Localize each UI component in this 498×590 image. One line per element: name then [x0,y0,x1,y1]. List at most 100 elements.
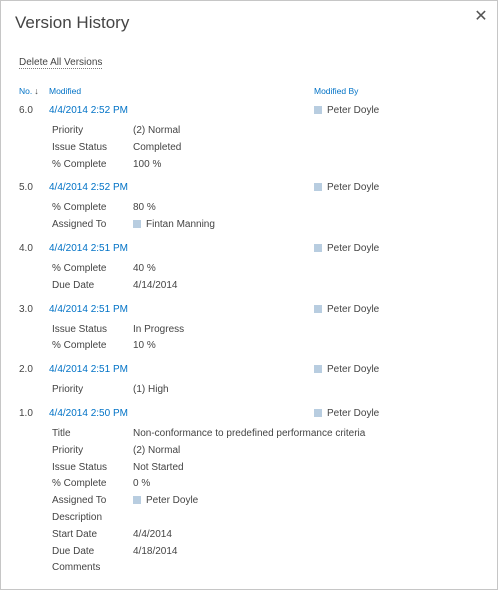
version-property: % Complete 80 % [1,200,497,217]
version-entry: 5.0 4/4/2014 2:52 PM Peter Doyle % Complete… [1,179,497,240]
user-presence-icon [314,304,322,313]
version-property: Issue Status Completed [1,140,497,157]
property-label: Assigned To [52,219,107,231]
version-property: Priority (2) Normal [1,123,497,140]
property-value: Non-conformance to predefined performanc… [133,427,366,439]
version-modified-link[interactable]: 4/4/2014 2:51 PM [49,304,128,315]
version-row: 4.0 4/4/2014 2:51 PM Peter Doyle [1,240,497,261]
column-header-modified[interactable]: Modified [49,86,81,96]
version-property: Assigned To Peter Doyle [1,493,497,510]
modified-by-name: Peter Doyle [327,407,380,419]
property-label: % Complete [52,202,107,214]
version-property: Priority (1) High [1,382,497,399]
version-modified-link[interactable]: 4/4/2014 2:50 PM [49,408,128,419]
modified-by-name: Peter Doyle [327,364,380,376]
user-presence-icon [314,183,322,192]
version-entry: 6.0 4/4/2014 2:52 PM Peter Doyle Priority (2… [1,102,497,179]
close-icon[interactable]: ✕ [474,9,488,25]
version-property: % Complete 40 % [1,261,497,278]
user-presence-icon [314,365,322,374]
property-label: Issue Status [52,141,108,153]
property-value: (1) High [133,384,169,396]
property-label: Comments [52,562,101,574]
version-entry: 2.0 4/4/2014 2:51 PM Peter Doyle Priority (1… [1,361,497,405]
version-modified-link[interactable]: 4/4/2014 2:52 PM [49,105,128,116]
property-label: Priority [52,444,84,456]
property-label: % Complete [52,340,107,352]
version-modified-by[interactable]: Peter Doyle [314,182,379,193]
version-modified-by[interactable]: Peter Doyle [314,408,379,419]
property-label: Issue Status [52,461,108,473]
version-modified-link[interactable]: 4/4/2014 2:51 PM [49,364,128,375]
property-label: Issue Status [52,323,108,335]
property-label: Title [52,427,71,439]
property-label: % Complete [52,262,107,274]
version-property: % Complete 10 % [1,338,497,355]
sort-descending-icon: ↓ [34,86,39,96]
version-number: 1.0 [19,407,33,419]
version-modified-link[interactable]: 4/4/2014 2:51 PM [49,243,128,254]
property-value: (2) Normal [133,125,181,136]
modified-by-name: Peter Doyle [327,303,380,315]
user-presence-icon [133,496,141,505]
version-number: 4.0 [19,242,33,254]
version-number: 3.0 [19,303,33,315]
version-row: 5.0 4/4/2014 2:52 PM Peter Doyle [1,179,497,200]
user-presence-icon [133,220,141,229]
property-label: Due Date [52,545,95,557]
property-label: Priority [52,384,84,396]
user-presence-icon [314,243,322,252]
delete-all-versions-link[interactable]: Delete All Versions [19,57,103,69]
version-modified-by[interactable]: Peter Doyle [314,304,379,315]
column-header-no[interactable]: No. ↓ [19,86,39,96]
version-number: 6.0 [19,105,33,116]
version-property: Due Date 4/18/2014 [1,544,497,561]
version-modified-link[interactable]: 4/4/2014 2:52 PM [49,182,128,193]
column-header-row: No. ↓ Modified Modified By [1,86,497,98]
column-header-no-label: No. [19,86,33,96]
version-property: Start Date 4/4/2014 [1,527,497,544]
property-value: Completed [133,141,182,153]
property-label: Priority [52,125,84,136]
property-value: (2) Normal [133,444,181,456]
property-value-user[interactable]: Peter Doyle [133,495,198,506]
version-modified-by[interactable]: Peter Doyle [314,364,379,375]
version-entry: 1.0 4/4/2014 2:50 PM Peter Doyle Title Non-c… [1,405,497,583]
version-property: Issue Status Not Started [1,460,497,477]
property-value: 4/14/2014 [133,279,178,291]
property-value: Peter Doyle [146,495,199,507]
property-value: 4/4/2014 [133,528,172,540]
dialog-title: Version History [15,13,130,32]
property-label: Start Date [52,528,98,540]
version-property: Assigned To Fintan Manning [1,217,497,234]
property-label: Due Date [52,279,95,291]
property-label: Description [52,511,103,523]
version-property: % Complete 100 % [1,157,497,174]
property-label: % Complete [52,478,107,490]
version-property: % Complete 0 % [1,476,497,493]
property-value: 100 % [133,158,162,170]
modified-by-name: Peter Doyle [327,182,380,194]
column-header-modified-by[interactable]: Modified By [314,86,358,96]
version-list: 6.0 4/4/2014 2:52 PM Peter Doyle Priority (2… [1,102,497,583]
property-value: 80 % [133,202,156,214]
version-property: Comments [1,560,497,577]
user-presence-icon [314,408,322,417]
version-property: Due Date 4/14/2014 [1,278,497,295]
version-entry: 4.0 4/4/2014 2:51 PM Peter Doyle % Complete… [1,240,497,301]
version-row: 2.0 4/4/2014 2:51 PM Peter Doyle [1,361,497,382]
version-row: 3.0 4/4/2014 2:51 PM Peter Doyle [1,301,497,322]
version-modified-by[interactable]: Peter Doyle [314,243,379,254]
property-value: Not Started [133,461,184,473]
property-label: % Complete [52,158,107,170]
property-value-user[interactable]: Fintan Manning [133,219,215,230]
version-number: 5.0 [19,182,33,194]
user-presence-icon [314,106,322,114]
property-value: 4/18/2014 [133,545,178,557]
version-modified-by[interactable]: Peter Doyle [314,105,379,116]
modified-by-name: Peter Doyle [327,242,380,254]
version-row: 6.0 4/4/2014 2:52 PM Peter Doyle [1,102,497,123]
version-number: 2.0 [19,364,33,376]
property-label: Assigned To [52,495,107,507]
property-value: 40 % [133,262,156,274]
